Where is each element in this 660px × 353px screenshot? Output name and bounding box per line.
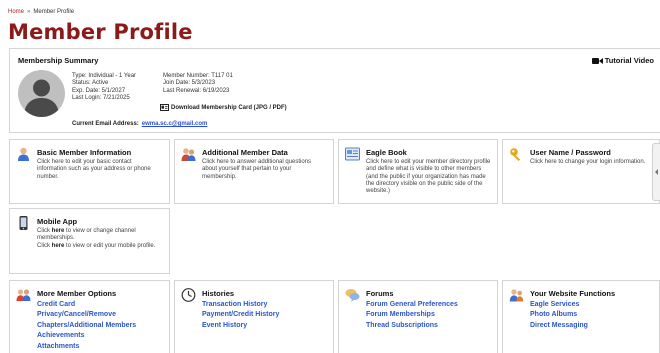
link-list: Forum General Preferences Forum Membersh… <box>366 300 493 331</box>
side-panel-toggle[interactable] <box>652 143 660 201</box>
avatar <box>18 70 65 117</box>
credit-card-link[interactable]: Credit Card <box>37 300 165 310</box>
breadcrumb-current: Member Profile <box>33 9 75 15</box>
member-number: Member Number: T117 01 <box>163 73 233 79</box>
eagle-services-link[interactable]: Eagle Services <box>530 300 655 310</box>
people-icon <box>181 148 196 161</box>
breadcrumb-separator: » <box>27 9 31 15</box>
clock-icon <box>181 288 196 302</box>
section-more-member-options: More Member Options Credit Card Privacy/… <box>9 280 170 353</box>
section-forums: Forums Forum General Preferences Forum M… <box>338 280 498 353</box>
chat-bubbles-icon <box>345 289 360 302</box>
payment-credit-history-link[interactable]: Payment/Credit History <box>202 310 329 320</box>
breadcrumb: Home» Member Profile <box>8 9 74 15</box>
last-renewal: Last Renewal: 6/19/2023 <box>163 87 230 94</box>
link-list: Eagle Services Photo Albums Direct Messa… <box>530 300 655 331</box>
card-description: Click here to answer additional question… <box>202 159 312 180</box>
link-list: Credit Card Privacy/Cancel/Remove Chapte… <box>37 300 165 352</box>
membership-status: Status: Active <box>72 80 109 87</box>
chapters-additional-members-link[interactable]: Chapters/Additional Members <box>37 321 165 331</box>
person-icon <box>18 147 29 161</box>
section-histories: Histories Transaction History Payment/Cr… <box>174 280 334 353</box>
achievements-link[interactable]: Achievements <box>37 331 165 341</box>
email-link[interactable]: ewma.sc.c@gmail.com <box>142 121 208 127</box>
card-title: Mobile App <box>37 217 78 226</box>
id-card-icon <box>160 104 169 111</box>
card-description: Click here to edit your member directory… <box>366 159 491 195</box>
section-website-functions: Your Website Functions Eagle Services Ph… <box>502 280 660 353</box>
mobile-profile-link[interactable]: here <box>52 243 65 249</box>
card-additional-member-data[interactable]: Additional Member Data Click here to ans… <box>174 139 334 204</box>
tutorial-video-link[interactable]: Tutorial Video <box>591 56 654 65</box>
card-description: Click here to edit your basic contact in… <box>37 159 151 180</box>
section-title: Histories <box>202 289 235 298</box>
thread-subscriptions-link[interactable]: Thread Subscriptions <box>366 321 493 331</box>
card-title: User Name / Password <box>530 148 611 157</box>
privacy-cancel-remove-link[interactable]: Privacy/Cancel/Remove <box>37 310 165 320</box>
forum-general-preferences-link[interactable]: Forum General Preferences <box>366 300 493 310</box>
join-date: Join Date: 5/3/2023 <box>163 80 216 87</box>
event-history-link[interactable]: Event History <box>202 321 329 331</box>
email-row: Current Email Address: ewma.sc.c@gmail.co… <box>72 121 207 127</box>
transaction-history-link[interactable]: Transaction History <box>202 300 329 310</box>
phone-icon <box>19 216 28 230</box>
membership-info-right: Member Number: T117 01 Join Date: 5/3/20… <box>163 73 233 95</box>
mobile-text: Click <box>37 228 52 234</box>
download-card-label: Download Membership Card (JPG / PDF) <box>171 104 287 111</box>
channel-memberships-link[interactable]: here <box>52 228 65 234</box>
photo-albums-link[interactable]: Photo Albums <box>530 310 655 320</box>
book-icon <box>345 147 360 161</box>
page-title: Member Profile <box>8 20 193 44</box>
key-icon <box>510 148 521 161</box>
download-card-link[interactable]: Download Membership Card (JPG / PDF) <box>160 104 287 111</box>
link-list: Transaction History Payment/Credit Histo… <box>202 300 329 331</box>
attachments-link[interactable]: Attachments <box>37 342 165 352</box>
card-mobile-app[interactable]: Mobile App Click here to view or change … <box>9 208 170 274</box>
card-description: Click here to change your login informat… <box>530 159 646 165</box>
last-login: Last Login: 7/21/2025 <box>72 95 130 102</box>
card-title: Basic Member Information <box>37 148 132 157</box>
section-title: More Member Options <box>37 289 117 298</box>
card-title: Additional Member Data <box>202 148 288 157</box>
direct-messaging-link[interactable]: Direct Messaging <box>530 321 655 331</box>
users-web-icon <box>509 289 524 302</box>
expiration-date: Exp. Date: 5/1/2027 <box>72 87 126 94</box>
membership-type: Type: Individual - 1 Year <box>72 73 137 79</box>
tutorial-video-label: Tutorial Video <box>604 56 654 65</box>
card-username-password[interactable]: User Name / Password Click here to chang… <box>502 139 660 204</box>
section-title: Forums <box>366 289 394 298</box>
section-title: Your Website Functions <box>530 289 616 298</box>
forum-memberships-link[interactable]: Forum Memberships <box>366 310 493 320</box>
mobile-text: Click <box>37 242 52 249</box>
card-eagle-book[interactable]: Eagle Book Click here to edit your membe… <box>338 139 498 204</box>
breadcrumb-home[interactable]: Home <box>8 9 24 15</box>
mobile-text: to view or edit your mobile profile. <box>64 242 156 249</box>
users-group-icon <box>16 289 31 301</box>
membership-summary: Membership Summary Tutorial Video Type: … <box>9 48 660 133</box>
membership-info-left: Type: Individual - 1 Year Status: Active… <box>72 73 136 103</box>
video-camera-icon <box>591 57 603 64</box>
card-title: Eagle Book <box>366 148 407 157</box>
email-label: Current Email Address: <box>72 121 139 127</box>
card-description: Click here to view or change channel mem… <box>37 228 163 250</box>
card-basic-member-information[interactable]: Basic Member Information Click here to e… <box>9 139 170 204</box>
summary-title: Membership Summary <box>18 56 99 65</box>
